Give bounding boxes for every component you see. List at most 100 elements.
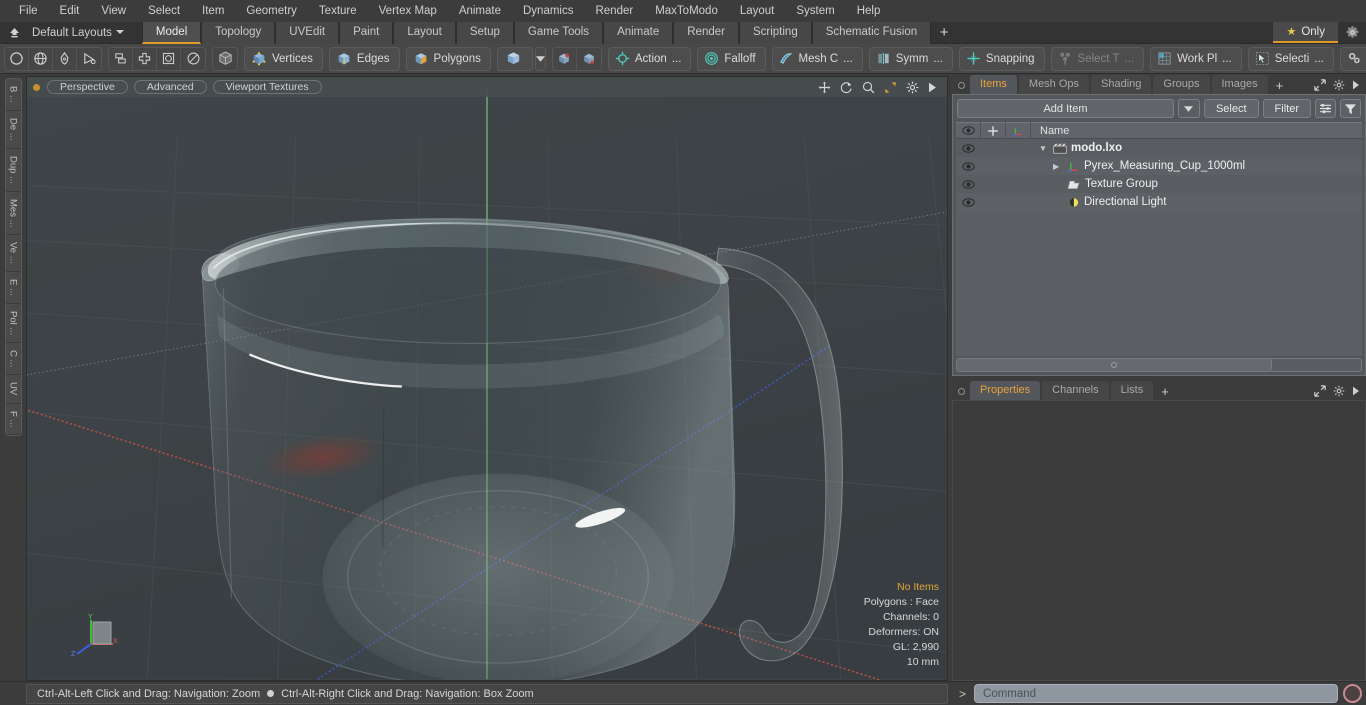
list-options-icon[interactable] [1315, 99, 1336, 118]
panel-add-tab-button[interactable]: + [1270, 78, 1290, 94]
menu-item-help[interactable]: Help [846, 0, 892, 22]
menu-item-select[interactable]: Select [137, 0, 191, 22]
tab-model[interactable]: Model [141, 22, 202, 44]
add-tab-button[interactable]: + [931, 22, 957, 43]
menu-item-dynamics[interactable]: Dynamics [512, 0, 584, 22]
left-tab-basic[interactable]: B ... [5, 79, 21, 111]
left-tab-deform[interactable]: De ... [5, 111, 21, 149]
panel-more-icon[interactable] [1352, 80, 1360, 90]
viewport-textures-button[interactable]: Viewport Textures [212, 80, 322, 94]
scrollbar-thumb[interactable] [957, 358, 1273, 371]
curve-icon[interactable] [77, 48, 101, 70]
items-list-scrollbar[interactable] [956, 357, 1362, 372]
item-mode-dropdown[interactable] [534, 46, 546, 71]
items-panel-menu-dot-icon[interactable] [958, 82, 965, 89]
menu-item-file[interactable]: File [8, 0, 49, 22]
row-visibility-toggle[interactable] [956, 197, 981, 207]
row-visibility-toggle[interactable] [956, 143, 981, 153]
panel-tab-groups[interactable]: Groups [1153, 75, 1210, 94]
chevron-right-icon[interactable]: ▶ [1053, 162, 1063, 171]
item-mode-button[interactable] [496, 46, 533, 71]
panel-gear-icon[interactable] [1333, 79, 1345, 91]
work-plane-button[interactable]: Work Pl ... [1150, 46, 1242, 71]
circle-icon[interactable] [5, 47, 29, 70]
menu-item-vertex-map[interactable]: Vertex Map [368, 0, 448, 22]
mirror-icon[interactable] [109, 47, 133, 70]
menu-item-edit[interactable]: Edit [49, 0, 91, 22]
fit-view-icon[interactable] [884, 81, 897, 94]
menu-item-geometry[interactable]: Geometry [235, 0, 308, 22]
3d-viewport[interactable]: Perspective Advanced Viewport Textures Y… [26, 76, 948, 681]
tab-scripting[interactable]: Scripting [738, 22, 812, 44]
layout-selector[interactable]: Default Layouts [24, 22, 130, 44]
panel-tab-lists[interactable]: Lists [1110, 380, 1154, 400]
menu-item-maxtomodo[interactable]: MaxToModo [644, 0, 729, 22]
expand-panel-icon[interactable] [1314, 384, 1326, 397]
properties-add-tab-button[interactable]: + [1155, 384, 1175, 400]
symmetry-button[interactable]: Symm ... [868, 46, 953, 71]
tab-layout[interactable]: Layout [393, 22, 456, 44]
viewport-projection-button[interactable]: Perspective [47, 80, 128, 94]
snapping-button[interactable]: Snapping [958, 46, 1045, 71]
panel-more-icon[interactable] [1352, 386, 1360, 396]
expand-panel-icon[interactable] [1314, 79, 1326, 91]
selection-mode-polygons[interactable]: Polygons [405, 46, 491, 71]
gear-icon[interactable] [1338, 22, 1366, 43]
collapse-up-icon[interactable] [4, 24, 24, 42]
selection-sets-button[interactable]: Selecti ... [1247, 46, 1334, 71]
left-tab-uv[interactable]: UV [5, 375, 21, 404]
selection-mode-edges[interactable]: Edges [328, 46, 400, 71]
item-row-directional-light[interactable]: Directional Light [1031, 196, 1362, 208]
panel-tab-shading[interactable]: Shading [1091, 75, 1152, 94]
table-row[interactable]: ▶ Pyrex_Measuring_Cup_1000ml [956, 157, 1362, 175]
item-row-mesh[interactable]: ▶ Pyrex_Measuring_Cup_1000ml [1031, 160, 1362, 172]
left-tab-curve[interactable]: C ... [5, 343, 21, 376]
table-row[interactable]: ▼ modo.lxo [956, 139, 1362, 157]
tab-render[interactable]: Render [673, 22, 739, 44]
square-icon[interactable] [157, 47, 181, 70]
add-item-dropdown[interactable] [1177, 99, 1200, 118]
panel-tab-items[interactable]: Items [970, 75, 1017, 94]
add-item-button[interactable]: Add Item [957, 99, 1174, 118]
falloff-button[interactable]: Falloff [697, 46, 766, 71]
menu-item-texture[interactable]: Texture [308, 0, 368, 22]
globe-icon[interactable] [29, 47, 53, 70]
item-row-scene[interactable]: ▼ modo.lxo [1031, 142, 1362, 154]
pen-icon[interactable] [53, 47, 77, 70]
left-tab-polygon[interactable]: Pol ... [5, 304, 21, 343]
menu-item-animate[interactable]: Animate [448, 0, 512, 22]
tab-uvedit[interactable]: UVEdit [275, 22, 340, 44]
panel-gear-icon[interactable] [1333, 385, 1345, 397]
table-row[interactable]: Directional Light [956, 193, 1362, 211]
command-input[interactable]: Command [974, 684, 1338, 703]
menu-item-render[interactable]: Render [584, 0, 644, 22]
menu-item-system[interactable]: System [785, 0, 845, 22]
left-tab-vertex[interactable]: Ve ... [5, 235, 21, 272]
move-view-icon[interactable] [818, 81, 831, 94]
sphere-icon[interactable] [181, 48, 205, 70]
viewport-menu-dot-icon[interactable] [33, 83, 40, 91]
panel-tab-images[interactable]: Images [1211, 75, 1268, 94]
properties-panel-menu-dot-icon[interactable] [958, 387, 965, 395]
menu-item-layout[interactable]: Layout [729, 0, 786, 22]
kits-button[interactable]: Kits [1339, 46, 1366, 71]
rotate-view-icon[interactable] [840, 81, 853, 94]
left-tab-mesh[interactable]: Mes ... [5, 192, 21, 236]
panel-tab-properties[interactable]: Properties [970, 380, 1041, 400]
command-record-icon[interactable] [1343, 684, 1362, 703]
tab-setup[interactable]: Setup [455, 22, 514, 44]
select-through-button[interactable]: Select T ... [1050, 46, 1145, 71]
zoom-view-icon[interactable] [862, 81, 875, 94]
filter-funnel-icon[interactable] [1340, 99, 1361, 118]
menu-item-view[interactable]: View [90, 0, 137, 22]
pivot-origin-icon[interactable] [577, 48, 601, 70]
chevron-down-icon[interactable]: ▼ [1039, 144, 1049, 153]
properties-panel[interactable] [952, 399, 1366, 681]
selection-mode-vertices[interactable]: Vertices [244, 46, 323, 71]
select-button[interactable]: Select [1203, 99, 1259, 118]
items-list[interactable]: ▼ modo.lxo ▶ Pyrex_Measuring_Cup_1000ml … [956, 139, 1362, 356]
cross-icon[interactable] [133, 47, 157, 70]
panel-tab-channels[interactable]: Channels [1042, 380, 1109, 400]
tab-schematic-fusion[interactable]: Schematic Fusion [811, 22, 932, 44]
only-toggle-button[interactable]: ★ Only [1273, 22, 1338, 43]
